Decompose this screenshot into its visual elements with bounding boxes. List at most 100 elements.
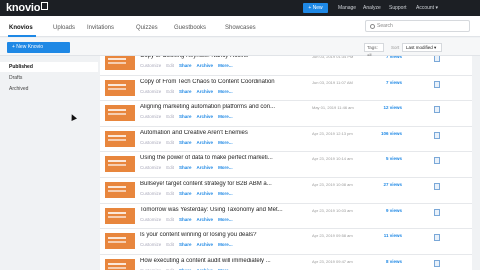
row-action-edit[interactable]: Edit [166, 140, 174, 145]
row-views[interactable]: 8 views [372, 259, 402, 264]
row-action-more[interactable]: More... [218, 89, 233, 94]
row-action-customize[interactable]: Customize [140, 63, 161, 68]
row-views[interactable]: 7 views [372, 80, 402, 85]
row-title[interactable]: Automation and Creative Aren't Enemies [140, 130, 305, 136]
row-thumbnail[interactable] [105, 233, 135, 250]
row-thumbnail[interactable] [105, 56, 135, 70]
tab-quizzes[interactable]: Quizzes [136, 25, 158, 31]
row-action-edit[interactable]: Edit [166, 191, 174, 196]
row-action-share[interactable]: Share [179, 114, 192, 119]
row-title[interactable]: Tomorrow was Yesterday: Using Taxonomy a… [140, 207, 305, 213]
row-thumbnail[interactable] [105, 258, 135, 270]
table-row[interactable]: Copy of Cooking Keynote: Nancy Rollins Cu… [100, 56, 472, 76]
sort-select[interactable]: Last modified ▾ [402, 43, 442, 52]
row-action-archive[interactable]: Archive [197, 165, 214, 170]
tab-showcases[interactable]: Showcases [225, 25, 256, 31]
row-action-archive[interactable]: Archive [197, 217, 214, 222]
row-thumbnail[interactable] [105, 130, 135, 147]
embed-icon[interactable] [434, 259, 440, 267]
embed-icon[interactable] [434, 131, 440, 139]
row-action-edit[interactable]: Edit [166, 242, 174, 247]
row-action-more[interactable]: More... [218, 217, 233, 222]
row-action-share[interactable]: Share [179, 140, 192, 145]
row-title[interactable]: Copy of From Tech Chaos to Content Coord… [140, 79, 305, 85]
row-action-more[interactable]: More... [218, 191, 233, 196]
nav-account[interactable]: Account ▾ [416, 5, 438, 11]
row-views[interactable]: 9 views [372, 208, 402, 213]
row-action-archive[interactable]: Archive [197, 242, 214, 247]
row-views[interactable]: 27 views [372, 182, 402, 187]
row-action-archive[interactable]: Archive [197, 89, 214, 94]
tab-knovios[interactable]: Knovios [9, 25, 33, 31]
knovio-logo[interactable]: knovio [6, 2, 49, 14]
row-action-share[interactable]: Share [179, 165, 192, 170]
row-action-more[interactable]: More... [218, 140, 233, 145]
embed-icon[interactable] [434, 106, 440, 114]
row-action-customize[interactable]: Customize [140, 242, 161, 247]
table-row[interactable]: Bullseye! target content strategy for B2… [100, 178, 472, 204]
row-thumbnail[interactable] [105, 182, 135, 198]
row-thumbnail[interactable] [105, 207, 135, 224]
row-action-share[interactable]: Share [179, 242, 192, 247]
row-action-customize[interactable]: Customize [140, 114, 161, 119]
row-action-more[interactable]: More... [218, 165, 233, 170]
table-row[interactable]: Aligning marketing automation platforms … [100, 101, 472, 127]
row-action-edit[interactable]: Edit [166, 114, 174, 119]
row-action-share[interactable]: Share [179, 63, 192, 68]
table-row[interactable]: Automation and Creative Aren't Enemies Cu… [100, 127, 472, 153]
row-thumbnail[interactable] [105, 105, 135, 122]
row-title[interactable]: Copy of Cooking Keynote: Nancy Rollins [140, 56, 305, 59]
row-action-archive[interactable]: Archive [197, 191, 214, 196]
row-action-more[interactable]: More... [218, 114, 233, 119]
nav-analyze[interactable]: Analyze [363, 5, 381, 11]
row-title[interactable]: Is your content winning or losing you de… [140, 232, 305, 238]
new-button[interactable]: + New [303, 3, 328, 13]
row-action-share[interactable]: Share [179, 89, 192, 94]
sidebar-item-published[interactable]: Published [0, 62, 98, 72]
row-thumbnail[interactable] [105, 79, 135, 96]
row-title[interactable]: Bullseye! target content strategy for B2… [140, 181, 305, 187]
table-row[interactable]: Is your content winning or losing you de… [100, 229, 472, 255]
row-views[interactable]: 11 views [372, 233, 402, 238]
tags-filter[interactable]: Tags: all [364, 43, 384, 58]
tab-invitations[interactable]: Invitations [87, 25, 114, 31]
search-input[interactable]: Search [365, 20, 470, 32]
row-action-edit[interactable]: Edit [166, 89, 174, 94]
table-row[interactable]: Copy of From Tech Chaos to Content Coord… [100, 76, 472, 102]
embed-icon[interactable] [434, 80, 440, 88]
row-title[interactable]: How executing a content audit will immed… [140, 258, 305, 264]
embed-icon[interactable] [434, 234, 440, 242]
row-title[interactable]: Using the power of data to make perfect … [140, 155, 305, 161]
row-views[interactable]: 7 views [372, 56, 402, 59]
embed-icon[interactable] [434, 208, 440, 216]
nav-manage[interactable]: Manage [338, 5, 356, 11]
table-row[interactable]: Using the power of data to make perfect … [100, 152, 472, 178]
row-action-customize[interactable]: Customize [140, 165, 161, 170]
row-action-archive[interactable]: Archive [197, 63, 214, 68]
row-action-customize[interactable]: Customize [140, 140, 161, 145]
tab-uploads[interactable]: Uploads [53, 25, 75, 31]
row-thumbnail[interactable] [105, 156, 135, 173]
row-action-edit[interactable]: Edit [166, 165, 174, 170]
row-action-more[interactable]: More... [218, 242, 233, 247]
sidebar-item-drafts[interactable]: Drafts [0, 73, 98, 83]
row-action-archive[interactable]: Archive [197, 114, 214, 119]
new-knovio-button[interactable]: + New Knovio [7, 42, 70, 53]
row-action-share[interactable]: Share [179, 191, 192, 196]
table-row[interactable]: Tomorrow was Yesterday: Using Taxonomy a… [100, 204, 472, 230]
row-views[interactable]: 5 views [372, 156, 402, 161]
row-action-customize[interactable]: Customize [140, 217, 161, 222]
row-action-customize[interactable]: Customize [140, 191, 161, 196]
row-action-customize[interactable]: Customize [140, 89, 161, 94]
nav-support[interactable]: Support [389, 5, 407, 11]
sidebar-item-archived[interactable]: Archived [0, 84, 98, 94]
row-action-share[interactable]: Share [179, 217, 192, 222]
tab-guestbooks[interactable]: Guestbooks [174, 25, 206, 31]
row-action-archive[interactable]: Archive [197, 140, 214, 145]
row-title[interactable]: Aligning marketing automation platforms … [140, 104, 305, 110]
row-views[interactable]: 12 views [372, 105, 402, 110]
row-action-edit[interactable]: Edit [166, 217, 174, 222]
row-action-edit[interactable]: Edit [166, 63, 174, 68]
embed-icon[interactable] [434, 56, 440, 62]
row-views[interactable]: 106 views [372, 131, 402, 136]
